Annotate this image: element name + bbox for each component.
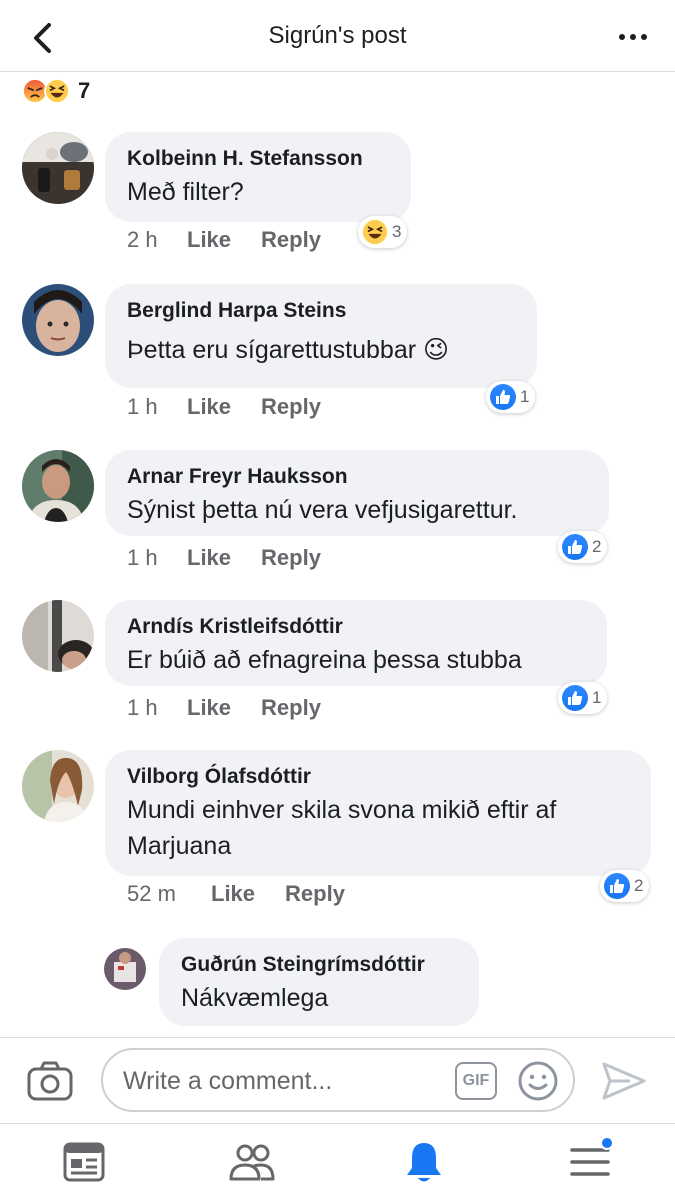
comment-time: 1 h (127, 394, 158, 419)
avatar[interactable] (22, 750, 94, 822)
thumbs-up-icon (604, 873, 630, 899)
bell-icon (407, 1143, 441, 1182)
emoji-icon[interactable] (517, 1060, 559, 1102)
comment-actions: 52 m Like Reply (127, 881, 345, 907)
avatar[interactable] (22, 132, 94, 204)
commenter-name[interactable]: Vilborg Ólafsdóttir (127, 764, 629, 790)
avatar-image (22, 600, 94, 672)
commenter-name[interactable]: Kolbeinn H. Stefansson (127, 146, 389, 172)
reply-item: Guðrún Steingrímsdóttir Nákvæmlega (0, 938, 675, 1036)
comment-bubble[interactable]: Berglind Harpa Steins Þetta eru sígarett… (105, 284, 537, 388)
reply-button[interactable]: Reply (261, 545, 321, 571)
avatar[interactable] (22, 450, 94, 522)
comment-reactions[interactable]: 2 (600, 870, 650, 902)
thumbs-up-icon (562, 534, 588, 560)
commenter-name[interactable]: Arnar Freyr Hauksson (127, 464, 587, 490)
comment-bubble[interactable]: Arnar Freyr Hauksson Sýnist þetta nú ver… (105, 450, 609, 536)
send-icon[interactable] (600, 1060, 648, 1102)
avatar-image (22, 284, 94, 356)
comment-time: 1 h (127, 695, 158, 720)
reaction-count: 2 (634, 876, 644, 895)
page-title: Sigrún's post (268, 22, 407, 49)
haha-reaction-icon (362, 219, 388, 245)
gif-button[interactable]: GIF (455, 1062, 497, 1100)
reaction-count: 1 (592, 688, 602, 707)
comment-reactions[interactable]: 1 (558, 682, 608, 714)
avatar[interactable] (104, 948, 146, 990)
avatar-image (104, 948, 146, 990)
comment-item: Arndís Kristleifsdóttir Er búið að efnag… (0, 598, 675, 728)
comment-item: Vilborg Ólafsdóttir Mundi einhver skila … (0, 750, 675, 915)
commenter-name[interactable]: Berglind Harpa Steins (127, 298, 515, 324)
top-bar: Sigrún's post (0, 0, 675, 72)
haha-reaction-icon (44, 78, 70, 104)
comment-reactions[interactable]: 1 (486, 381, 536, 413)
comment-time: 52 m (127, 881, 176, 906)
reaction-count: 2 (592, 537, 602, 556)
comment-text: Er búið að efnagreina þessa stubba (127, 646, 522, 674)
comment-time: 1 h (127, 545, 158, 570)
like-button[interactable]: Like (187, 394, 231, 420)
commenter-name[interactable]: Guðrún Steingrímsdóttir (181, 952, 457, 978)
like-button[interactable]: Like (187, 695, 231, 721)
thumbs-up-icon (562, 685, 588, 711)
reply-button[interactable]: Reply (261, 227, 321, 253)
nav-notifications[interactable] (394, 1136, 454, 1188)
reaction-count: 3 (392, 222, 402, 241)
comment-actions: 1 h Like Reply (127, 394, 321, 420)
avatar[interactable] (22, 600, 94, 672)
nav-friends[interactable] (222, 1136, 282, 1188)
dot-icon (641, 34, 647, 40)
comment-composer: GIF (0, 1037, 675, 1123)
like-button[interactable]: Like (187, 227, 231, 253)
comment-item: Berglind Harpa Steins Þetta eru sígarett… (0, 282, 675, 422)
post-reactions-summary[interactable]: 7 (22, 76, 90, 106)
comment-item: Arnar Freyr Hauksson Sýnist þetta nú ver… (0, 448, 675, 578)
dot-icon (619, 34, 625, 40)
camera-icon[interactable] (26, 1060, 74, 1102)
avatar-image (22, 750, 94, 822)
comment-input-wrapper: GIF (101, 1048, 575, 1112)
thumbs-up-icon (490, 384, 516, 410)
reply-button[interactable]: Reply (261, 695, 321, 721)
comment-actions: 1 h Like Reply (127, 545, 321, 571)
dot-icon (630, 34, 636, 40)
comment-text: Þetta eru sígarettustubbar 😉 (127, 336, 450, 364)
comment-text: Mundi einhver skila svona mikið eftir af… (127, 796, 557, 860)
comment-text: Með filter? (127, 178, 244, 206)
comment-reactions[interactable]: 3 (358, 216, 408, 248)
reaction-count: 7 (78, 78, 91, 103)
avatar-image (22, 450, 94, 522)
news-feed-icon (63, 1142, 105, 1182)
comment-item: Kolbeinn H. Stefansson Með filter? 2 h L… (0, 130, 675, 255)
nav-news-feed[interactable] (54, 1136, 114, 1188)
nav-menu[interactable] (560, 1136, 620, 1188)
comment-time: 2 h (127, 227, 158, 252)
reply-bubble[interactable]: Guðrún Steingrímsdóttir Nákvæmlega (159, 938, 479, 1026)
commenter-name[interactable]: Arndís Kristleifsdóttir (127, 614, 585, 640)
avatar-image (22, 132, 94, 204)
like-button[interactable]: Like (187, 545, 231, 571)
avatar[interactable] (22, 284, 94, 356)
comment-bubble[interactable]: Vilborg Ólafsdóttir Mundi einhver skila … (105, 750, 651, 876)
more-options-button[interactable] (613, 22, 653, 52)
reply-button[interactable]: Reply (261, 394, 321, 420)
comment-actions: 2 h Like Reply (127, 227, 321, 253)
reaction-count: 1 (520, 387, 530, 406)
notification-badge (600, 1136, 614, 1150)
friends-icon (229, 1144, 275, 1181)
like-button[interactable]: Like (211, 881, 255, 907)
bottom-navigation (0, 1123, 675, 1200)
comment-text: Nákvæmlega (181, 984, 329, 1012)
comment-bubble[interactable]: Kolbeinn H. Stefansson Með filter? (105, 132, 411, 222)
comment-input[interactable] (123, 1062, 443, 1100)
comment-reactions[interactable]: 2 (558, 531, 608, 563)
comment-text: Sýnist þetta nú vera vefjusigarettur. (127, 496, 518, 524)
comment-bubble[interactable]: Arndís Kristleifsdóttir Er búið að efnag… (105, 600, 607, 686)
reply-button[interactable]: Reply (285, 881, 345, 907)
comment-actions: 1 h Like Reply (127, 695, 321, 721)
